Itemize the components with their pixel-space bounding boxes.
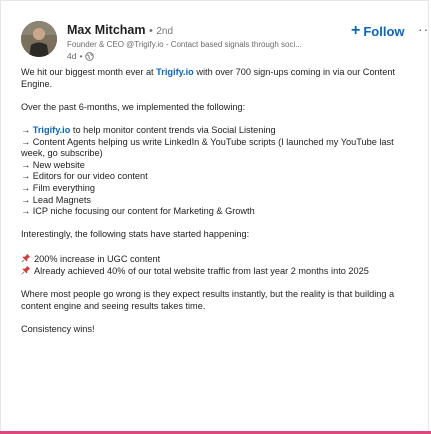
avatar[interactable] (21, 21, 57, 57)
follow-button[interactable]: + Follow (351, 21, 405, 41)
stat-item: 200% increase in UGC content (21, 253, 417, 266)
author-name-row: Max Mitcham • 2nd (67, 23, 173, 37)
arrow: → (21, 124, 33, 135)
more-options-icon[interactable]: ··· (418, 21, 431, 37)
text-span: We hit our biggest month ever at (21, 67, 157, 77)
list-item: → Content Agents helping us write Linked… (21, 136, 394, 159)
post-closing: Where most people go wrong is they expec… (21, 289, 395, 311)
meta-separator: • (79, 51, 83, 61)
post-body: We hit our biggest month ever at Trigify… (21, 67, 417, 336)
trigify-link[interactable]: Trigify.io (156, 67, 194, 77)
list-item: → New website (21, 159, 85, 170)
author-name[interactable]: Max Mitcham (67, 23, 146, 37)
stat-text: Already achieved 40% of our total websit… (34, 266, 369, 277)
pushpin-icon (21, 253, 31, 263)
post-signoff: Consistency wins! (21, 324, 95, 335)
follow-label: Follow (363, 23, 405, 39)
list-item: → Film everything (21, 182, 96, 193)
stat-text: 200% increase in UGC content (34, 253, 161, 264)
globe-icon (85, 51, 95, 61)
stat-item: Already achieved 40% of our total websit… (21, 265, 417, 278)
post-line-1: We hit our biggest month ever at Trigify… (21, 67, 417, 90)
post-intro: Over the past 6-months, we implemented t… (21, 101, 246, 112)
list-item: → Lead Magnets (21, 194, 91, 205)
post-age: 4d (67, 51, 77, 61)
stats-intro: Interestingly, the following stats have … (21, 229, 250, 240)
list-item: → Trigify.io to help monitor content tre… (21, 125, 417, 137)
list-item: → ICP niche focusing our content for Mar… (21, 206, 255, 217)
pushpin-icon (21, 265, 31, 275)
name-separator: • (148, 25, 153, 37)
text-span: to help monitor content trends via Socia… (70, 124, 276, 135)
list-item: → Editors for our video content (21, 171, 148, 182)
author-headline: Founder & CEO @Trigify.io - Contact base… (67, 40, 302, 49)
trigify-link-2[interactable]: Trigify.io (33, 125, 71, 135)
connection-degree: 2nd (156, 26, 174, 37)
post-meta: 4d • (67, 51, 95, 61)
plus-icon: + (351, 22, 361, 39)
post-card: Max Mitcham • 2nd Founder & CEO @Trigify… (0, 0, 431, 432)
post-header: Max Mitcham • 2nd Founder & CEO @Trigify… (21, 21, 431, 61)
